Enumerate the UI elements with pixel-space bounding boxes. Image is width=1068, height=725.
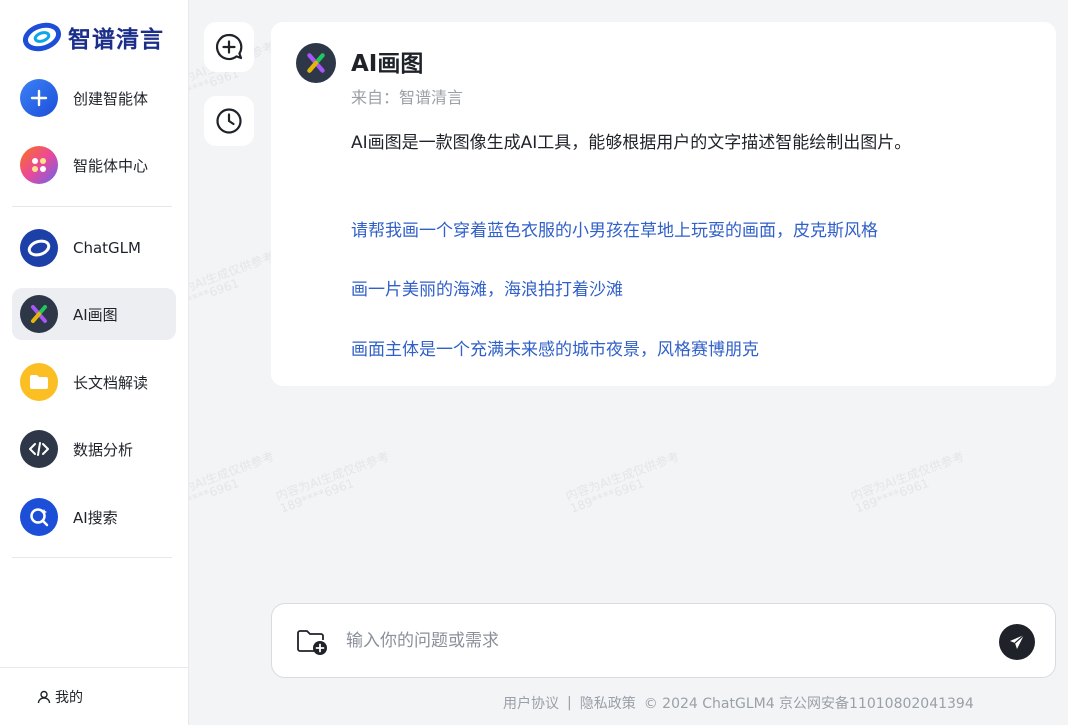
sidebar-item-label: 创建智能体 xyxy=(73,89,149,108)
sidebar-item-long-doc[interactable]: 长文档解读 xyxy=(12,356,176,408)
folder-icon xyxy=(20,363,58,401)
sidebar-item-label: 长文档解读 xyxy=(73,373,149,392)
search-spark-icon xyxy=(20,498,58,536)
brand-name: 智谱清言 xyxy=(68,27,164,53)
suggestion-prompt[interactable]: 请帮我画一个穿着蓝色衣服的小男孩在草地上玩耍的画面，皮克斯风格 xyxy=(351,216,878,241)
privacy-link[interactable]: 隐私政策 xyxy=(580,693,636,713)
user-profile-link[interactable]: 我的 xyxy=(0,667,188,725)
watermark: 内容为AI生成仅供参考189****6961 xyxy=(563,449,682,516)
agent-title: AI画图 xyxy=(351,51,424,77)
chat-plus-icon xyxy=(215,33,243,61)
chat-input-box xyxy=(271,603,1056,678)
agent-source: 来自：智谱清言 xyxy=(351,88,464,107)
watermark: 内容为AI生成仅供参考189****6961 xyxy=(273,449,392,516)
sidebar-item-create-agent[interactable]: 创建智能体 xyxy=(12,72,176,124)
user-icon xyxy=(37,690,51,703)
sidebar-item-label: 数据分析 xyxy=(73,440,134,459)
footer-separator: | xyxy=(567,695,572,711)
user-label: 我的 xyxy=(55,689,83,706)
copyright-text: © 2024 ChatGLM4 京公网安备11010802041394 xyxy=(643,696,974,712)
watermark: 内容为AI生成仅供参考189****6961 xyxy=(848,449,967,516)
sidebar-item-agent-center[interactable]: 智能体中心 xyxy=(12,139,176,191)
sidebar-divider xyxy=(12,557,172,558)
sidebar-item-ai-search[interactable]: AI搜索 xyxy=(12,491,176,543)
sidebar-item-data-analysis[interactable]: 数据分析 xyxy=(12,423,176,475)
sidebar-item-ai-drawing[interactable]: AI画图 xyxy=(12,288,176,340)
sidebar-item-label: ChatGLM xyxy=(73,239,141,257)
ai-drawing-icon xyxy=(296,43,336,83)
send-button[interactable] xyxy=(999,624,1035,660)
suggestion-prompt[interactable]: 画面主体是一个充满未来感的城市夜景，风格赛博朋克 xyxy=(351,335,759,360)
plus-icon xyxy=(20,79,58,117)
agent-description: AI画图是一款图像生成AI工具，能够根据用户的文字描述智能绘制出图片。 xyxy=(351,133,912,153)
suggestion-prompt[interactable]: 画一片美丽的海滩，海浪拍打着沙滩 xyxy=(351,275,623,300)
ai-drawing-icon xyxy=(20,295,58,333)
terms-link[interactable]: 用户协议 xyxy=(503,693,559,713)
sidebar-divider xyxy=(12,206,172,207)
agent-intro-card: AI画图 来自：智谱清言 AI画图是一款图像生成AI工具，能够根据用户的文字描述… xyxy=(271,22,1056,386)
folder-plus-icon xyxy=(297,630,327,655)
code-icon xyxy=(20,430,58,468)
sidebar-item-label: AI搜索 xyxy=(73,508,118,527)
chatglm-logo-icon xyxy=(20,229,58,267)
apps-grid-icon xyxy=(20,146,58,184)
upload-file-button[interactable] xyxy=(296,628,330,660)
sidebar-item-label: AI画图 xyxy=(73,305,118,324)
history-button[interactable] xyxy=(204,96,254,146)
chat-input[interactable] xyxy=(346,624,966,658)
sidebar-item-label: 智能体中心 xyxy=(73,156,149,175)
send-icon xyxy=(1010,634,1025,649)
brand-logo[interactable]: 智谱清言 xyxy=(22,20,164,54)
new-chat-button[interactable] xyxy=(204,22,254,72)
sidebar-item-chatglm[interactable]: ChatGLM xyxy=(12,222,176,274)
clock-icon xyxy=(216,108,242,134)
footer: 用户协议 | 隐私政策 © 2024 ChatGLM4 京公网安备1101080… xyxy=(503,693,990,713)
sidebar: 智谱清言 创建智能体 智能体中心 ChatGLM AI画图 长文档解读 数据分析… xyxy=(0,0,189,725)
zhipu-logo-icon xyxy=(22,22,62,52)
